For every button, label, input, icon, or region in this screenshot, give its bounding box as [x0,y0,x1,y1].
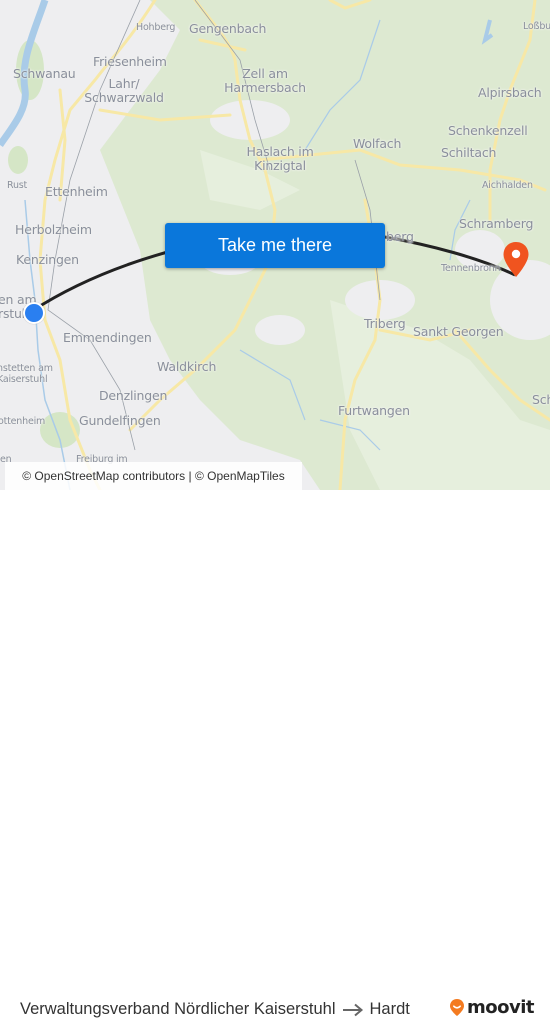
map-label-denzlingen: Denzlingen [99,388,168,403]
take-me-there-button[interactable]: Take me there [165,223,385,268]
route-destination: Hardt [369,1000,410,1018]
map-label-rust: Rust [7,180,28,191]
map-label-bahlingen-partial: hstetten am Kaiserstuhl [0,363,53,385]
map-label-alpirsbach: Alpirsbach [478,85,542,100]
map-label-schiltach: Schiltach [441,145,497,160]
origin-dot-icon[interactable] [23,302,45,324]
map-label-gengenbach: Gengenbach [189,21,267,36]
moovit-logo[interactable]: moovit [449,997,535,1018]
route-origin: Verwaltungsverband Nördlicher Kaiserstuh… [20,1000,336,1018]
map-label-kenzingen: Kenzingen [16,252,79,267]
map-label-hohberg: Hohberg [136,22,176,33]
map-label-schwanau: Schwanau [13,66,76,81]
map-label-schramberg: Schramberg [459,216,534,231]
map-label-berg-partial: berg [386,229,414,244]
map-label-lahr: Lahr/ Schwarzwald [84,76,164,106]
map-label-schenkenzell: Schenkenzell [448,123,528,138]
map-label-gottenheim-partial: ottenheim [0,416,46,427]
route-title: Verwaltungsverband Nördlicher Kaiserstuh… [20,1000,410,1019]
map-label-triberg: Triberg [364,316,406,331]
map-label-sankt-georgen: Sankt Georgen [413,324,504,339]
map-label-wolfach: Wolfach [353,136,402,151]
destination-pin-icon[interactable] [502,241,530,279]
map-label-aichhalden: Aichhalden [482,180,533,191]
arrow-right-icon [342,1003,363,1016]
map-label-zell-am-harmersbach: Zell am Harmersbach [224,66,306,96]
map-label-furtwangen: Furtwangen [338,403,410,418]
moovit-pin-icon [450,999,464,1016]
map-label-gundelfingen: Gundelfingen [79,413,161,428]
footer: Verwaltungsverband Nördlicher Kaiserstuh… [0,490,550,1018]
map-label-waldkirch: Waldkirch [157,359,217,374]
map-label-friesenheim: Friesenheim [93,54,167,69]
map-label-tennenbronn: Tennenbronn [441,263,501,274]
map[interactable]: Hohberg Gengenbach Loßbu Schwanau Friese… [0,0,550,490]
map-label-haslach: Haslach im Kinzigtal [246,144,314,174]
moovit-wordmark: moovit [467,997,535,1018]
map-label-emmendingen: Emmendingen [63,330,152,345]
map-label-lossburg: Loßbu [523,21,550,32]
map-label-ettenheim: Ettenheim [45,184,108,199]
map-label-herbolzheim: Herbolzheim [15,222,92,237]
map-label-sch-partial: Sch [532,392,550,407]
map-attribution[interactable]: © OpenStreetMap contributors | © OpenMap… [5,462,302,490]
